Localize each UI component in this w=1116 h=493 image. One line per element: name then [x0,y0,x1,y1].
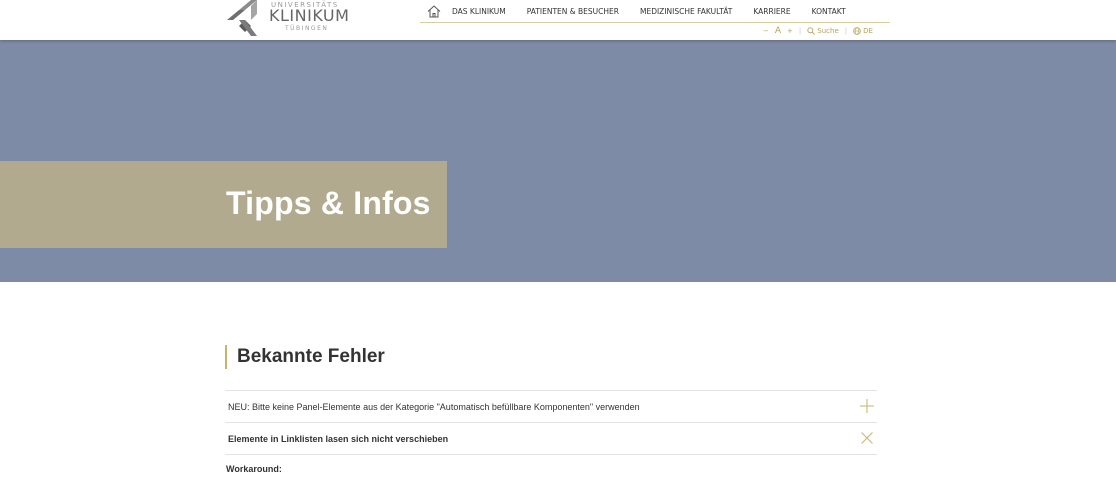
nav-item-medizinische-fakultaet[interactable]: MEDIZINISCHE FAKULTÄT [640,7,732,16]
font-decrease-button[interactable]: − [763,27,769,35]
font-increase-button[interactable]: + [787,27,793,35]
site-header: UNIVERSITÄTS KLINIKUM TÜBINGEN DAS KLINI… [0,0,1116,40]
plus-icon[interactable] [860,399,874,413]
accordion-item-panel-elemente[interactable]: NEU: Bitte keine Panel-Elemente aus der … [225,390,877,422]
globe-icon [853,27,861,35]
close-icon[interactable] [860,431,874,445]
search-button[interactable]: Suche [807,27,839,35]
site-logo[interactable]: UNIVERSITÄTS KLINIKUM TÜBINGEN [227,0,350,36]
nav-item-kontakt[interactable]: KONTAKT [812,7,846,16]
tool-divider: | [798,27,802,35]
nav-item-patienten-besucher[interactable]: PATIENTEN & BESUCHER [527,7,619,16]
accordion-item-linklisten[interactable]: Elemente in Linklisten lasen sich nicht … [225,422,877,455]
language-label: DE [863,27,873,35]
hero-title-box: Tipps & Infos [0,161,447,248]
tool-divider: | [844,27,848,35]
accordion-label: Elemente in Linklisten lasen sich nicht … [228,433,449,444]
section-heading: Bekannte Fehler [225,345,877,369]
page-title: Tipps & Infos [226,185,431,221]
arrow-chevron-logo-icon [227,0,257,36]
utility-toolbar: − A + | Suche | DE [763,25,879,37]
main-content: Bekannte Fehler NEU: Bitte keine Panel-E… [225,345,877,474]
language-button[interactable]: DE [853,27,873,35]
nav-item-karriere[interactable]: KARRIERE [753,7,790,16]
main-navigation: DAS KLINIKUM PATIENTEN & BESUCHER MEDIZI… [420,0,890,23]
nav-item-das-klinikum[interactable]: DAS KLINIKUM [452,7,506,16]
workaround-label: Workaround: [226,464,282,474]
logo-line3: TÜBINGEN [285,25,329,32]
home-icon[interactable] [424,3,444,19]
logo-line2: KLINIKUM [269,6,350,25]
search-label: Suche [817,27,839,35]
search-icon [807,27,816,35]
accordion-label: NEU: Bitte keine Panel-Elemente aus der … [228,401,640,412]
font-size-button[interactable]: A [775,26,781,36]
hero-banner: Tipps & Infos [0,40,1116,282]
